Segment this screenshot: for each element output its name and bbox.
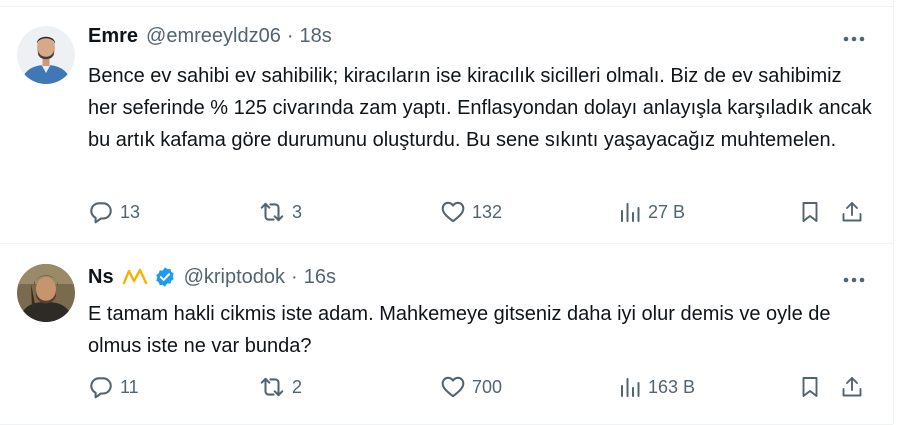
tweet-actions: 13 3 132 27 B: [88, 197, 878, 227]
author-handle[interactable]: @emreeyldz06: [146, 25, 281, 48]
views-icon: [621, 378, 640, 397]
tweet-header: Emre @emreeyldz06 · 18s: [88, 21, 332, 51]
tweet[interactable]: Emre @emreeyldz06 · 18s Bence ev sahibi …: [0, 6, 893, 244]
bookmark-icon: [802, 202, 818, 222]
like-icon: [441, 201, 465, 223]
reply-icon: [90, 202, 112, 224]
verified-icon: [155, 267, 174, 287]
views-count: 163 B: [648, 376, 696, 397]
share-icon: [842, 377, 862, 397]
tweet-header: Ns @kriptodok · 16s: [88, 262, 336, 292]
repost-button[interactable]: 2: [258, 372, 302, 402]
like-button[interactable]: 700: [440, 372, 502, 402]
verified-badge[interactable]: [154, 266, 176, 288]
author-name[interactable]: Emre: [88, 25, 138, 48]
more-options-button[interactable]: [839, 270, 869, 290]
reply-count: 11: [120, 376, 139, 397]
timestamp[interactable]: 18s: [300, 25, 332, 48]
more-icon: [843, 277, 865, 283]
tweet-text: Bence ev sahibi ev sahibilik; kiracıları…: [88, 65, 872, 151]
tweet-text: E tamam hakli cikmis iste adam. Mahkemey…: [88, 303, 831, 357]
reply-icon: [90, 377, 112, 399]
avatar[interactable]: [17, 264, 75, 322]
views-icon: [621, 203, 640, 222]
share-icon: [842, 202, 862, 222]
repost-icon: [260, 202, 284, 222]
bookmark-icon: [802, 377, 818, 397]
views-button[interactable]: 163 B: [618, 372, 695, 402]
separator-dot: ·: [291, 265, 298, 288]
views-button[interactable]: 27 B: [618, 197, 685, 227]
name-emoji: [122, 266, 148, 288]
more-icon: [843, 36, 865, 42]
tweet[interactable]: Ns @kriptodok · 16s E tamam hakli cikmis…: [0, 243, 893, 425]
reply-count: 13: [120, 201, 141, 222]
author-name[interactable]: Ns: [88, 266, 114, 289]
views-count: 27 B: [648, 201, 686, 222]
reply-button[interactable]: 11: [88, 372, 139, 402]
repost-count: 2: [292, 376, 303, 397]
share-button[interactable]: [840, 372, 864, 402]
bookmark-button[interactable]: [798, 197, 822, 227]
like-count: 132: [472, 201, 503, 222]
bookmark-button[interactable]: [798, 372, 822, 402]
separator-dot: ·: [286, 24, 294, 47]
repost-button[interactable]: 3: [258, 197, 302, 227]
tweet-actions: 11 2 700 163 B: [88, 372, 878, 402]
timeline: Emre @emreeyldz06 · 18s Bence ev sahibi …: [0, 0, 894, 425]
reply-button[interactable]: 13: [88, 197, 140, 227]
like-count: 700: [472, 376, 503, 397]
author-handle[interactable]: @kriptodok: [184, 266, 285, 289]
timestamp[interactable]: 16s: [304, 266, 336, 289]
like-icon: [441, 376, 465, 398]
part-alternation-mark-icon: [122, 268, 147, 285]
more-options-button[interactable]: [839, 29, 869, 49]
repost-count: 3: [292, 201, 303, 222]
avatar[interactable]: [17, 26, 75, 84]
like-button[interactable]: 132: [440, 197, 502, 227]
share-button[interactable]: [840, 197, 864, 227]
repost-icon: [260, 377, 284, 397]
